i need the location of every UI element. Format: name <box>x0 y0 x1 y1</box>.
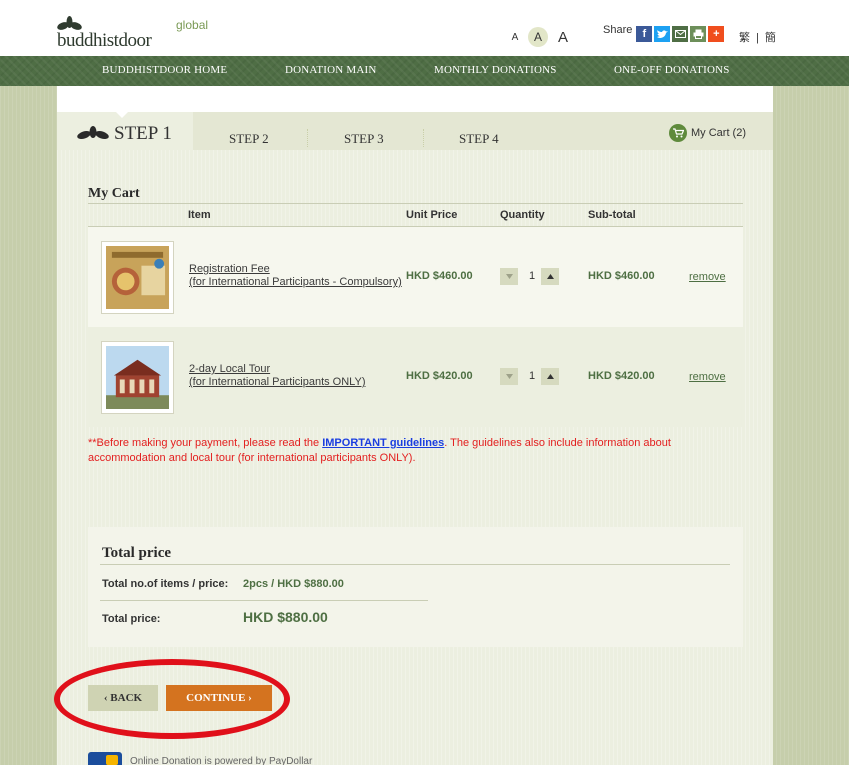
important-guidelines-link[interactable]: IMPORTANT guidelines <box>322 437 444 449</box>
lang-separator: | <box>756 32 759 44</box>
column-header-unit-price: Unit Price <box>406 209 458 221</box>
cart-icon <box>669 124 687 142</box>
nav-item-home[interactable]: BUDDHISTDOOR HOME <box>102 64 227 76</box>
total-price-title: Total price <box>102 545 172 561</box>
quantity-decrease-button[interactable] <box>500 268 518 285</box>
item-name: Registration Fee <box>189 263 270 275</box>
arrow-down-icon <box>505 274 513 279</box>
arrow-up-icon <box>546 274 554 279</box>
step-separator <box>307 129 308 147</box>
divider <box>100 564 730 565</box>
payment-notice: **Before making your payment, please rea… <box>88 436 738 466</box>
lang-traditional-link[interactable]: 繁 <box>739 32 750 44</box>
lang-simplified-link[interactable]: 簡 <box>765 32 776 44</box>
nav-item-donation-main[interactable]: DONATION MAIN <box>285 64 377 76</box>
logo-global-text: global <box>176 18 209 32</box>
step-separator <box>423 129 424 147</box>
plus-icon[interactable]: + <box>708 26 725 42</box>
back-button[interactable]: ‹ BACK <box>88 685 158 711</box>
step-2-label: STEP 2 <box>229 131 269 146</box>
nav-item-monthly[interactable]: MONTHLY DONATIONS <box>434 64 557 76</box>
continue-button[interactable]: CONTINUE › <box>166 685 272 711</box>
logo-name-text: buddhistdoor <box>57 30 152 51</box>
share-label: Share <box>603 24 633 36</box>
footer-paydollar: Online Donation is powered by PayDollar <box>88 752 312 765</box>
step-3-label: STEP 3 <box>344 131 384 146</box>
item-subtitle: (for International Participants - Compul… <box>189 276 402 288</box>
item-name: 2-day Local Tour <box>189 363 271 375</box>
step-1-active: STEP 1 <box>57 111 193 150</box>
registration-fee-thumbnail <box>101 241 174 314</box>
subtotal: HKD $420.00 <box>588 370 655 382</box>
print-icon[interactable] <box>690 26 707 42</box>
total-price-label: Total price: <box>102 613 161 625</box>
content-top-strip <box>57 86 773 112</box>
column-header-quantity: Quantity <box>500 209 545 221</box>
step-indicator-notch <box>115 111 129 118</box>
font-size-controls: A A A <box>508 27 572 47</box>
twitter-icon[interactable] <box>654 26 671 42</box>
quantity-increase-button[interactable] <box>541 368 559 385</box>
footer-text: Online Donation is powered by PayDollar <box>130 755 313 765</box>
step-1-label: STEP 1 <box>114 123 172 144</box>
cart-title: My Cart <box>88 186 140 201</box>
total-items-value: 2pcs / HKD $880.00 <box>243 578 344 590</box>
quantity-value: 1 <box>529 370 536 382</box>
subtotal: HKD $460.00 <box>588 270 655 282</box>
email-icon[interactable] <box>672 26 689 42</box>
unit-price: HKD $460.00 <box>406 270 473 282</box>
remove-link[interactable]: remove <box>689 271 726 283</box>
item-subtitle: (for International Participants ONLY) <box>189 376 366 388</box>
column-header-subtotal: Sub-total <box>588 209 636 221</box>
quantity-decrease-button[interactable] <box>500 368 518 385</box>
arrow-down-icon <box>505 374 513 379</box>
language-switcher: 繁 | 簡 <box>736 29 779 45</box>
buddhistdoor-logo[interactable]: global buddhistdoor <box>57 14 209 51</box>
step-4-label: STEP 4 <box>459 131 499 146</box>
leaf-icon <box>77 126 109 139</box>
step-bar: STEP 1 STEP 2 STEP 3 STEP 4 My Cart (2) <box>57 111 773 150</box>
facebook-icon[interactable]: f <box>636 26 653 42</box>
total-price-value: HKD $880.00 <box>243 609 328 625</box>
column-header-item: Item <box>188 209 211 221</box>
font-size-large-button[interactable]: A <box>554 29 572 46</box>
divider <box>100 600 428 601</box>
local-tour-thumbnail <box>101 341 174 414</box>
paydollar-logo-icon <box>88 752 122 765</box>
total-items-label: Total no.of items / price: <box>102 578 229 590</box>
divider <box>88 203 743 204</box>
nav-item-one-off[interactable]: ONE-OFF DONATIONS <box>614 64 730 76</box>
font-size-small-button[interactable]: A <box>508 32 522 43</box>
arrow-up-icon <box>546 374 554 379</box>
font-size-medium-button[interactable]: A <box>528 27 548 47</box>
quantity-increase-button[interactable] <box>541 268 559 285</box>
main-nav: BUDDHISTDOOR HOME DONATION MAIN MONTHLY … <box>0 56 849 86</box>
my-cart-button[interactable]: My Cart (2) <box>669 124 746 142</box>
site-header: global buddhistdoor A A A Share f + 繁 | 簡 <box>0 0 849 56</box>
notice-text-before: **Before making your payment, please rea… <box>88 437 323 449</box>
my-cart-label: My Cart (2) <box>691 127 746 139</box>
share-bar: Share f + <box>603 24 726 42</box>
local-tour-link[interactable]: 2-day Local Tour (for International Part… <box>189 363 365 389</box>
remove-link[interactable]: remove <box>689 371 726 383</box>
quantity-value: 1 <box>529 270 536 282</box>
registration-fee-link[interactable]: Registration Fee (for International Part… <box>189 263 402 289</box>
total-price-panel: Total price Total no.of items / price: 2… <box>88 527 743 647</box>
unit-price: HKD $420.00 <box>406 370 473 382</box>
